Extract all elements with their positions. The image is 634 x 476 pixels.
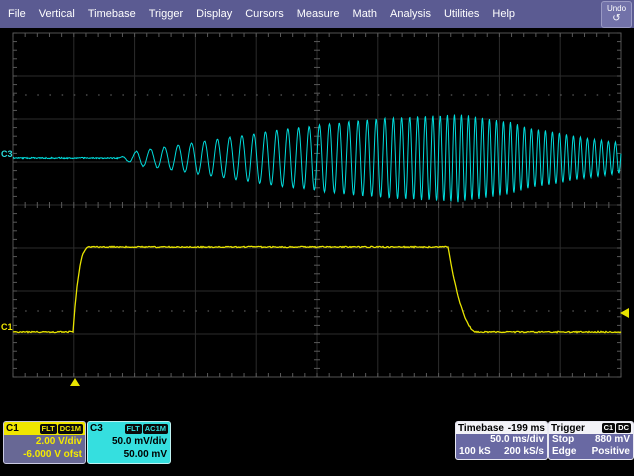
badge-flt[interactable]: FLT bbox=[40, 424, 57, 434]
trigger-mode-level: Stop 880 mV bbox=[549, 434, 633, 446]
c3-header: C3 FLTAC1M bbox=[88, 422, 170, 435]
trigger-title: Trigger bbox=[551, 423, 585, 434]
trigger-time-marker[interactable] bbox=[70, 378, 80, 386]
waveform-display[interactable]: C3 C1 bbox=[0, 28, 634, 415]
menu-item-vertical[interactable]: Vertical bbox=[39, 0, 75, 28]
trigger-badges: C1DC bbox=[602, 423, 631, 433]
menu-item-math[interactable]: Math bbox=[353, 0, 377, 28]
timebase-scale: 50.0 ms/div bbox=[456, 434, 547, 446]
oscilloscope-window: File Vertical Timebase Trigger Display Cursor… bbox=[0, 0, 634, 476]
badge-flt[interactable]: FLT bbox=[125, 424, 142, 434]
badge-c1[interactable]: C1 bbox=[602, 423, 616, 433]
c1-offset: -6.000 V ofst bbox=[4, 448, 85, 461]
menu-item-analysis[interactable]: Analysis bbox=[390, 0, 431, 28]
menu-item-utilities[interactable]: Utilities bbox=[444, 0, 479, 28]
c3-name: C3 bbox=[90, 423, 103, 434]
badge-dc1m[interactable]: DC1M bbox=[58, 424, 83, 434]
menu-item-file[interactable]: File bbox=[8, 0, 26, 28]
trigger-type: Edge bbox=[552, 446, 576, 458]
c3-offset: 50.00 mV bbox=[88, 448, 170, 461]
graticule: C3 C1 bbox=[0, 28, 634, 415]
undo-button[interactable]: Undo ↺ bbox=[601, 1, 632, 28]
trigger-mode: Stop bbox=[552, 434, 574, 446]
timebase-header: Timebase -199 ms bbox=[456, 422, 547, 434]
undo-icon: ↺ bbox=[602, 14, 631, 24]
c3-scale: 50.0 mV/div bbox=[88, 435, 170, 448]
menu-item-help[interactable]: Help bbox=[492, 0, 515, 28]
c1-name: C1 bbox=[6, 423, 19, 434]
channel-c1-descriptor[interactable]: C1 FLTDC1M 2.00 V/div -6.000 V ofst bbox=[3, 421, 86, 464]
trigger-level: 880 mV bbox=[595, 434, 630, 446]
trigger-slope: Positive bbox=[592, 446, 630, 458]
menu-item-cursors[interactable]: Cursors bbox=[245, 0, 284, 28]
badge-ac1m[interactable]: AC1M bbox=[143, 424, 168, 434]
timebase-delay: -199 ms bbox=[508, 423, 545, 434]
menu-item-measure[interactable]: Measure bbox=[297, 0, 340, 28]
badge-dc[interactable]: DC bbox=[616, 423, 631, 433]
c1-badges: FLTDC1M bbox=[40, 424, 83, 434]
trigger-type-slope: Edge Positive bbox=[549, 446, 633, 458]
timebase-sampling: 100 kS 200 kS/s bbox=[456, 446, 547, 458]
c3-position-label[interactable]: C3 bbox=[1, 149, 13, 159]
trigger-header: Trigger C1DC bbox=[549, 422, 633, 434]
menu-items: File Vertical Timebase Trigger Display Cursor… bbox=[0, 0, 515, 28]
c1-position-label[interactable]: C1 bbox=[1, 322, 13, 332]
menu-item-display[interactable]: Display bbox=[196, 0, 232, 28]
timebase-rate: 200 kS/s bbox=[504, 446, 544, 458]
c1-scale: 2.00 V/div bbox=[4, 435, 85, 448]
status-bar: C1 FLTDC1M 2.00 V/div -6.000 V ofst C3 F… bbox=[0, 415, 634, 476]
trigger-descriptor[interactable]: Trigger C1DC Stop 880 mV Edge Positive bbox=[548, 421, 634, 460]
menu-bar: File Vertical Timebase Trigger Display Cursor… bbox=[0, 0, 634, 29]
c1-header: C1 FLTDC1M bbox=[4, 422, 85, 435]
c3-badges: FLTAC1M bbox=[125, 424, 168, 434]
menu-item-trigger[interactable]: Trigger bbox=[149, 0, 183, 28]
menu-item-timebase[interactable]: Timebase bbox=[88, 0, 136, 28]
timebase-descriptor[interactable]: Timebase -199 ms 50.0 ms/div 100 kS 200 … bbox=[455, 421, 548, 460]
channel-c3-descriptor[interactable]: C3 FLTAC1M 50.0 mV/div 50.00 mV bbox=[87, 421, 171, 464]
timebase-samples: 100 kS bbox=[459, 446, 491, 458]
timebase-title: Timebase bbox=[458, 423, 504, 434]
